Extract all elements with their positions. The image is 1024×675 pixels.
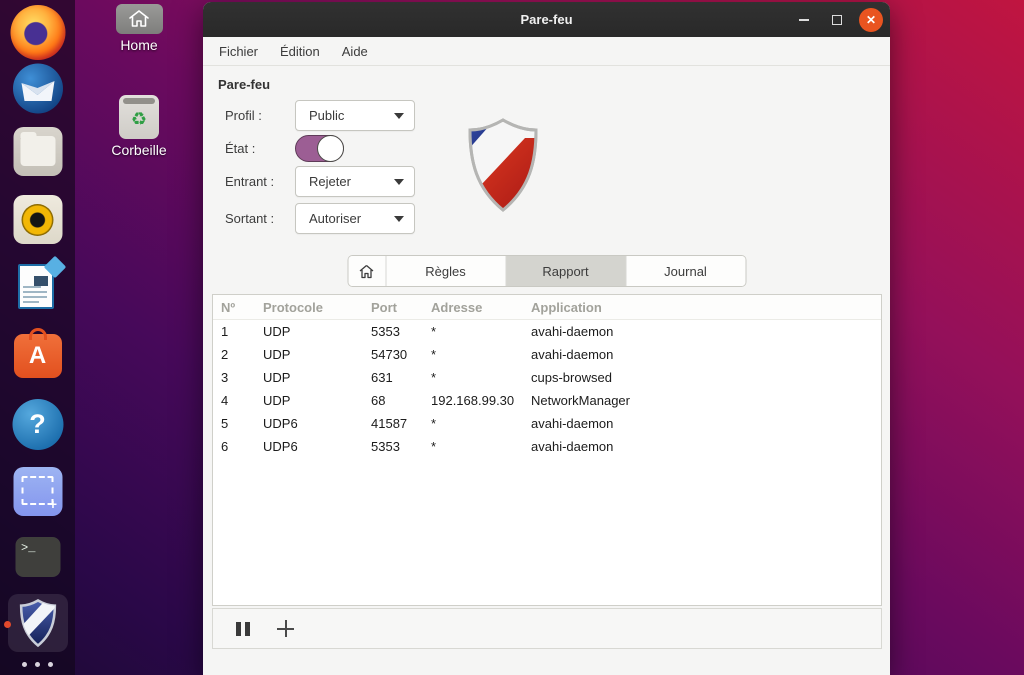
menu-fichier[interactable]: Fichier: [208, 40, 269, 63]
table-row[interactable]: 4 UDP 68 192.168.99.30 NetworkManager: [213, 389, 881, 412]
close-button[interactable]: ✕: [859, 7, 883, 32]
house-icon: [129, 10, 149, 27]
table-row[interactable]: 2 UDP 54730 * avahi-daemon: [213, 343, 881, 366]
tab-bar: Règles Rapport Journal: [347, 255, 746, 287]
rhythmbox-icon[interactable]: [13, 195, 62, 244]
desktop-icon-home[interactable]: Home: [103, 4, 175, 53]
screenshot-tool-icon[interactable]: +: [13, 467, 62, 516]
table-header: Nº Protocole Port Adresse Application: [213, 295, 881, 320]
home-icon: [359, 264, 374, 278]
col-protocole[interactable]: Protocole: [263, 295, 371, 320]
tab-journal[interactable]: Journal: [625, 256, 745, 286]
firefox-icon[interactable]: [10, 5, 65, 60]
minimize-button[interactable]: [793, 9, 815, 31]
chevron-down-icon: [394, 112, 404, 119]
sortant-value: Autoriser: [309, 211, 362, 226]
sortant-label: Sortant :: [225, 211, 275, 226]
running-indicator: [4, 621, 11, 628]
help-icon[interactable]: ?: [12, 399, 63, 450]
profil-row: Profil : Public: [225, 100, 415, 131]
desktop: Home ♻ Corbeille A ? + >_ Pare-feu ✕ Fic…: [0, 0, 1024, 675]
entrant-dropdown[interactable]: Rejeter: [295, 166, 415, 197]
desktop-icon-label: Home: [120, 37, 158, 53]
etat-label: État :: [225, 141, 256, 156]
col-adresse[interactable]: Adresse: [431, 295, 531, 320]
tab-home[interactable]: [348, 256, 385, 286]
col-numero[interactable]: Nº: [221, 295, 263, 320]
toggle-knob: [317, 135, 344, 162]
table-row[interactable]: 1 UDP 5353 * avahi-daemon: [213, 320, 881, 343]
etat-toggle[interactable]: [295, 135, 344, 162]
profil-label: Profil :: [225, 108, 262, 123]
libreoffice-writer-icon[interactable]: [16, 255, 66, 312]
desktop-icon-trash[interactable]: ♻ Corbeille: [103, 95, 175, 158]
gufw-firewall-icon[interactable]: [7, 594, 68, 652]
entrant-row: Entrant : Rejeter: [225, 166, 415, 197]
sortant-row: Sortant : Autoriser: [225, 203, 415, 234]
sortant-dropdown[interactable]: Autoriser: [295, 203, 415, 234]
dock: A ? + >_: [0, 0, 75, 675]
gufw-shield-logo: [465, 116, 541, 219]
window-content: Pare-feu Profil : Public État : Entrant …: [203, 66, 890, 675]
trash-icon: ♻: [119, 95, 159, 139]
col-port[interactable]: Port: [371, 295, 431, 320]
table-row[interactable]: 5 UDP6 41587 * avahi-daemon: [213, 412, 881, 435]
pause-icon: [236, 621, 241, 636]
window-controls: ✕: [793, 2, 883, 37]
firewall-window: Pare-feu ✕ Fichier Édition Aide Pare-feu…: [203, 2, 890, 675]
profil-dropdown[interactable]: Public: [295, 100, 415, 131]
etat-row: État :: [225, 135, 344, 162]
entrant-label: Entrant :: [225, 174, 275, 189]
thunderbird-icon[interactable]: [11, 62, 64, 115]
shield-icon: [19, 599, 56, 647]
terminal-icon[interactable]: >_: [15, 537, 60, 577]
chevron-down-icon: [394, 215, 404, 222]
profil-value: Public: [309, 108, 345, 123]
titlebar[interactable]: Pare-feu ✕: [203, 2, 890, 37]
menu-edition[interactable]: Édition: [269, 40, 331, 63]
table-row[interactable]: 6 UDP6 5353 * avahi-daemon: [213, 435, 881, 458]
minimize-icon: [799, 18, 809, 21]
table-row[interactable]: 3 UDP 631 * cups-browsed: [213, 366, 881, 389]
maximize-icon: [832, 14, 842, 25]
section-heading: Pare-feu: [218, 77, 271, 92]
home-folder-icon: [115, 4, 163, 34]
tab-regles[interactable]: Règles: [385, 256, 505, 286]
trash-lid: [123, 98, 155, 104]
add-rule-button[interactable]: [277, 620, 294, 637]
desktop-icon-label: Corbeille: [111, 142, 167, 158]
files-icon[interactable]: [13, 127, 62, 176]
tab-rapport[interactable]: Rapport: [505, 256, 625, 286]
menu-aide[interactable]: Aide: [331, 40, 379, 63]
pause-button[interactable]: [233, 619, 253, 639]
menubar: Fichier Édition Aide: [203, 37, 890, 66]
show-applications-icon[interactable]: [15, 662, 61, 674]
col-application[interactable]: Application: [531, 295, 881, 320]
recycle-icon: ♻: [130, 109, 148, 129]
report-table: Nº Protocole Port Adresse Application 1U…: [212, 294, 882, 606]
report-toolbar: [212, 608, 882, 649]
entrant-value: Rejeter: [309, 174, 351, 189]
window-title: Pare-feu: [520, 12, 573, 27]
ubuntu-software-icon[interactable]: A: [13, 328, 62, 378]
chevron-down-icon: [394, 178, 404, 185]
close-icon: ✕: [865, 12, 877, 27]
maximize-button[interactable]: [826, 9, 848, 31]
